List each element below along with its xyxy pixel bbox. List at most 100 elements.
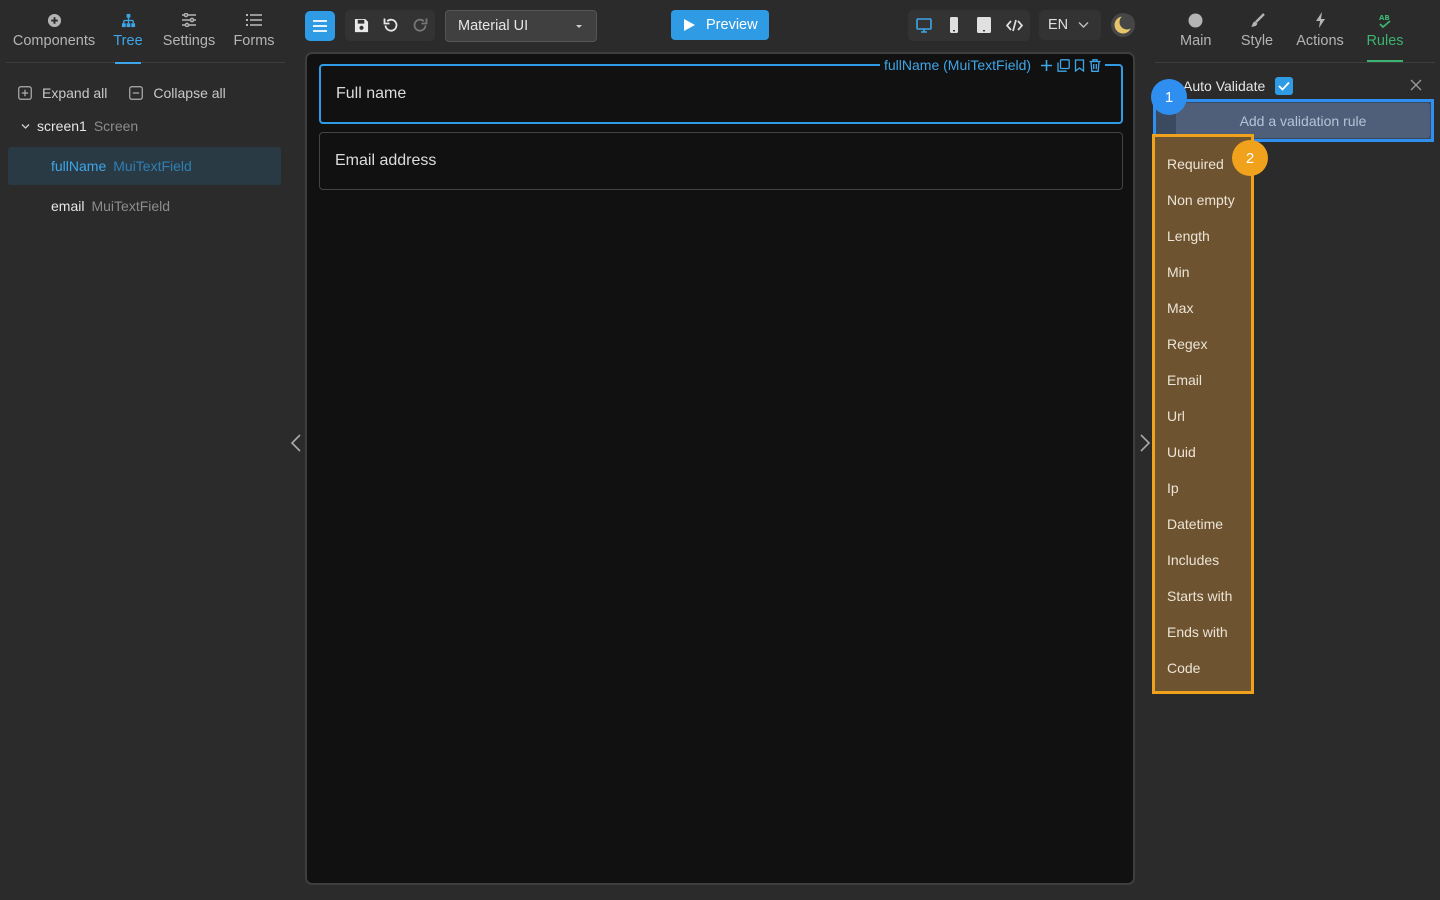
tab-style[interactable]: Style: [1239, 0, 1275, 62]
tab-components-label: Components: [12, 33, 96, 49]
code-view-button[interactable]: [1001, 12, 1027, 38]
bolt-icon: [1315, 12, 1326, 28]
tab-main-label: Main: [1180, 33, 1212, 49]
rule-option-non-empty[interactable]: Non empty: [1155, 182, 1251, 218]
collapse-right-panel-icon[interactable]: [1138, 433, 1152, 453]
preview-label: Preview: [706, 17, 758, 33]
rule-option-starts-with[interactable]: Starts with: [1155, 578, 1251, 614]
tab-settings[interactable]: Settings: [159, 0, 219, 63]
auto-validate-label: Auto Validate: [1183, 78, 1266, 94]
tab-tree-underline: [115, 62, 141, 64]
tab-components[interactable]: Components: [6, 0, 102, 63]
rule-option-min[interactable]: Min: [1155, 254, 1251, 290]
annotation-badge-2: 2: [1232, 140, 1268, 176]
svg-text:AB: AB: [1379, 14, 1390, 22]
tree-node-name: fullName: [51, 158, 107, 174]
rule-option-url[interactable]: Url: [1155, 398, 1251, 434]
duplicate-icon[interactable]: [1057, 58, 1070, 72]
rule-option-email[interactable]: Email: [1155, 362, 1251, 398]
email-text-field[interactable]: Email address: [319, 132, 1123, 190]
moon-icon[interactable]: [1110, 12, 1136, 38]
chevron-down-icon: [1078, 22, 1089, 28]
rule-option-includes[interactable]: Includes: [1155, 542, 1251, 578]
ab-check-icon: AB: [1377, 12, 1393, 28]
bookmark-icon[interactable]: [1074, 58, 1085, 72]
redo-button[interactable]: [407, 12, 433, 38]
preview-button[interactable]: Preview: [671, 10, 769, 40]
tab-tree-label: Tree: [113, 33, 143, 49]
auto-validate-checkbox[interactable]: [1275, 77, 1294, 95]
add-validation-rule-select[interactable]: Add a validation rule: [1176, 103, 1430, 138]
tree-node-fullname[interactable]: fullName MuiTextField: [8, 147, 281, 185]
save-button[interactable]: [348, 12, 374, 38]
desktop-view-button[interactable]: [911, 12, 937, 38]
chevron-down-icon: [21, 123, 30, 129]
tree-node-type: MuiTextField: [91, 198, 171, 214]
undo-icon: [383, 18, 398, 32]
auto-validate-row: Auto Validate: [1183, 76, 1294, 96]
mobile-icon: [950, 17, 958, 33]
tab-tree[interactable]: Tree: [110, 0, 146, 64]
rule-option-uuid[interactable]: Uuid: [1155, 434, 1251, 470]
rule-option-ends-with[interactable]: Ends with: [1155, 614, 1251, 650]
tab-style-label: Style: [1240, 33, 1274, 49]
design-canvas[interactable]: Full name Email address fullName (MuiTex…: [305, 52, 1135, 885]
left-panel: Components Tree Settings Forms Expand al…: [0, 0, 290, 900]
tab-forms-label: Forms: [233, 33, 275, 49]
tab-rules-underline: [1367, 60, 1403, 62]
ui-library-value: Material UI: [458, 18, 529, 34]
tablet-view-button[interactable]: [971, 12, 997, 38]
collapse-left-panel-icon[interactable]: [289, 433, 303, 453]
tab-main[interactable]: Main: [1180, 0, 1211, 62]
add-icon[interactable]: [1040, 59, 1053, 72]
email-placeholder: Email address: [335, 152, 437, 169]
trash-icon[interactable]: [1089, 58, 1101, 72]
expand-square-icon: [18, 86, 32, 100]
right-tabbar: Main Style Actions AB Rules: [1155, 0, 1435, 63]
tab-settings-label: Settings: [162, 33, 216, 49]
list-icon: [246, 12, 262, 28]
selection-label-text: fullName (MuiTextField): [884, 57, 1032, 73]
brush-icon: [1250, 12, 1265, 28]
rule-option-ip[interactable]: Ip: [1155, 470, 1251, 506]
rule-option-code[interactable]: Code: [1155, 650, 1251, 686]
tree-node-type: MuiTextField: [113, 158, 192, 174]
mobile-view-button[interactable]: [941, 12, 967, 38]
ui-library-select[interactable]: Material UI: [445, 10, 597, 42]
check-icon: [1278, 81, 1290, 91]
fullname-placeholder: Full name: [336, 85, 407, 102]
desktop-icon: [916, 17, 932, 33]
circle-icon: [1188, 12, 1203, 28]
tree-node-screen1[interactable]: screen1 Screen: [20, 116, 138, 136]
save-icon: [354, 18, 368, 32]
tab-actions[interactable]: Actions: [1296, 0, 1344, 62]
tab-forms[interactable]: Forms: [231, 0, 277, 63]
hamburger-icon: [313, 20, 327, 32]
rule-option-length[interactable]: Length: [1155, 218, 1251, 254]
collapse-square-icon: [129, 86, 144, 100]
rules-dropdown-list: Required Non empty Length Min Max Regex …: [1152, 134, 1254, 694]
left-tabbar: Components Tree Settings Forms: [6, 0, 285, 64]
rule-option-max[interactable]: Max: [1155, 290, 1251, 326]
selection-label: fullName (MuiTextField): [880, 55, 1106, 75]
play-icon: [684, 19, 695, 31]
tablet-icon: [977, 17, 991, 33]
tree-node-email[interactable]: email MuiTextField: [8, 187, 281, 225]
language-select[interactable]: EN: [1039, 10, 1101, 40]
undo-button[interactable]: [378, 12, 404, 38]
tree-screen-type: Screen: [93, 118, 139, 134]
tab-rules-label: Rules: [1366, 33, 1404, 49]
collapse-all-button[interactable]: Collapse all: [129, 85, 226, 101]
collapse-all-label: Collapse all: [153, 85, 226, 101]
sliders-icon: [181, 12, 197, 28]
menu-button[interactable]: [305, 11, 335, 41]
add-rule-placeholder: Add a validation rule: [1239, 112, 1367, 129]
code-icon: [1005, 19, 1023, 31]
expand-all-button[interactable]: Expand all: [18, 85, 107, 101]
tab-rules[interactable]: AB Rules: [1366, 0, 1404, 62]
close-icon[interactable]: [1409, 78, 1423, 92]
plus-circle-icon: [47, 12, 62, 28]
rule-option-regex[interactable]: Regex: [1155, 326, 1251, 362]
language-value: EN: [1048, 17, 1069, 33]
rule-option-datetime[interactable]: Datetime: [1155, 506, 1251, 542]
